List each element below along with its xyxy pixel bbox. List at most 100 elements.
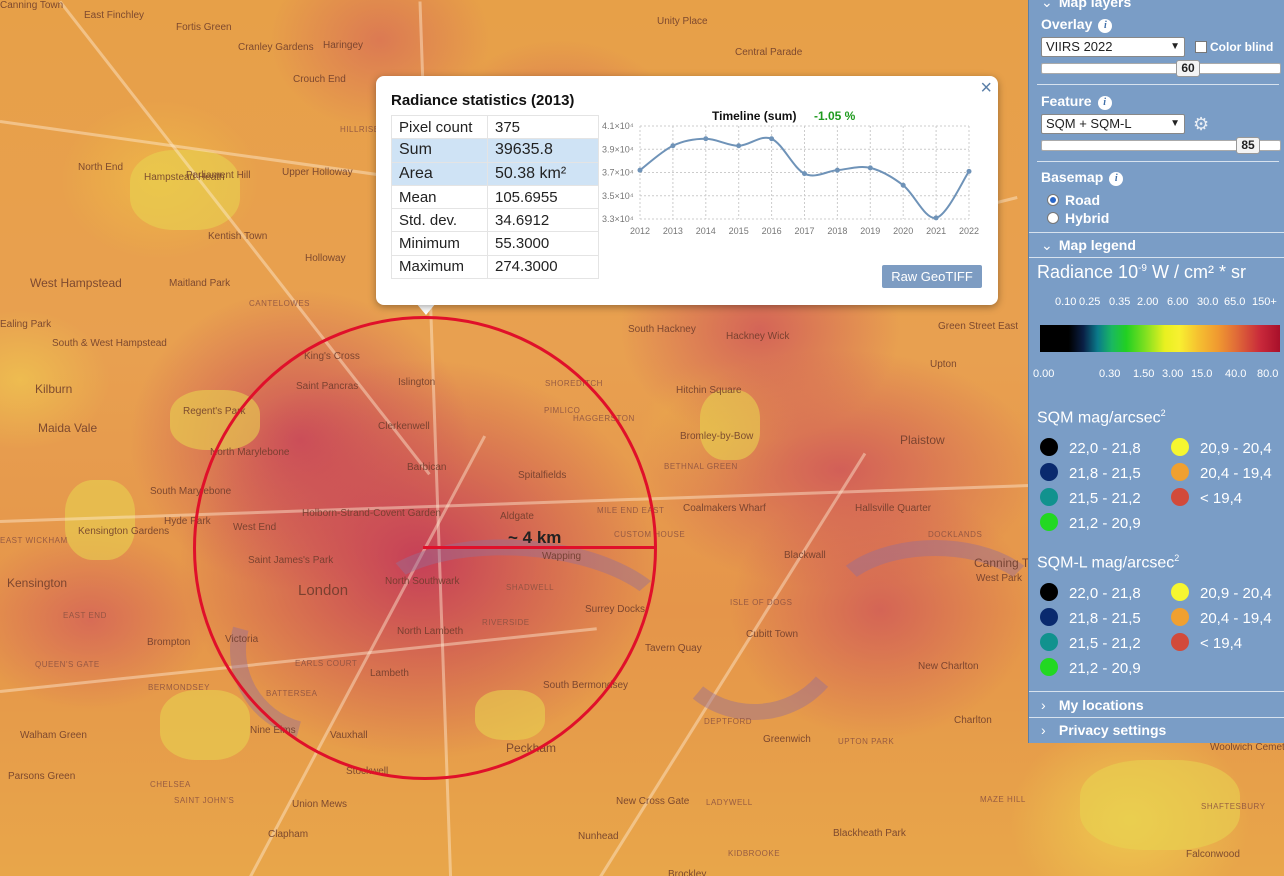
stat-value: 105.6955 (487, 184, 599, 210)
divider (1029, 257, 1284, 258)
map-place-label: Falconwood (1186, 849, 1240, 860)
close-icon[interactable]: × (980, 78, 992, 98)
privacy-settings-header[interactable]: › Privacy settings (1041, 722, 1166, 738)
map-place-label: South & West Hampstead (52, 338, 167, 349)
divider (1029, 232, 1284, 233)
map-place-label: South Hackney (628, 324, 696, 335)
map-place-label: Central Parade (735, 47, 803, 58)
feature-opacity-slider[interactable]: 85 (1041, 137, 1281, 154)
map-place-label: Kensington Gardens (78, 526, 170, 537)
legend-item: 20,4 - 19,4 (1171, 463, 1272, 482)
radiance-colorbar (1040, 325, 1280, 352)
legend-label: 21,8 - 21,5 (1069, 465, 1141, 482)
chart-point (966, 168, 972, 174)
map-place-label: Upton (930, 359, 957, 370)
legend-item: 20,9 - 20,4 (1171, 438, 1272, 457)
overlay-select[interactable]: VIIRS 2022 ▼ (1041, 37, 1185, 57)
gear-icon[interactable]: ⚙ (1193, 114, 1209, 135)
map-legend-label: Map legend (1058, 237, 1136, 253)
map-place-label: SHAFTESBURY (1201, 802, 1266, 811)
map-place-label: Blackheath Park (833, 828, 906, 839)
legend-label: 21,2 - 20,9 (1069, 660, 1141, 677)
overlay-opacity-slider[interactable]: 60 (1041, 60, 1281, 77)
chevron-down-icon: ▼ (1170, 41, 1180, 52)
map-place-label: Parsons Green (8, 771, 76, 782)
legend-item: < 19,4 (1171, 488, 1242, 507)
map-place-label: LADYWELL (706, 798, 753, 807)
legend-swatch (1171, 633, 1189, 651)
map-place-label: ISLE OF DOGS (730, 598, 793, 607)
stat-value: 34.6912 (487, 208, 599, 233)
info-icon[interactable]: i (1098, 19, 1113, 33)
radiance-units: W / cm² * sr (1146, 262, 1246, 282)
map-legend-header[interactable]: ⌄ Map legend (1041, 237, 1136, 254)
info-icon[interactable]: i (1097, 96, 1112, 110)
sqml-legend-title: SQM-L mag/arcsec2 (1037, 553, 1179, 572)
basemap-label: Basemap i (1041, 169, 1124, 186)
radio-icon[interactable] (1047, 212, 1059, 224)
slider-handle[interactable]: 85 (1236, 137, 1260, 154)
legend-swatch (1040, 463, 1058, 481)
chart-point (703, 136, 709, 142)
slider-handle[interactable]: 60 (1176, 60, 1200, 77)
radiance-exponent: -9 (1138, 263, 1147, 274)
map-place-label: Union Mews (292, 799, 348, 810)
stat-key: Minimum (391, 231, 488, 256)
stats-row: Mean 105.6955 (391, 184, 599, 210)
feature-select[interactable]: SQM + SQM-L ▼ (1041, 114, 1185, 134)
chevron-down-icon: ▼ (1170, 118, 1180, 129)
map-place-label: Canning Town (0, 0, 64, 11)
privacy-settings-label: Privacy settings (1058, 722, 1167, 738)
legend-label: 20,4 - 19,4 (1200, 465, 1272, 482)
chart-y-tick-label: 3.7×10⁴ (602, 168, 634, 178)
legend-item: 20,4 - 19,4 (1171, 608, 1272, 627)
legend-swatch (1040, 583, 1058, 601)
map-place-label: New Charlton (918, 661, 979, 672)
checkbox-box[interactable] (1195, 41, 1207, 53)
legend-label: 21,8 - 21,5 (1069, 610, 1141, 627)
chart-point (769, 136, 775, 142)
my-locations-header[interactable]: › My locations (1041, 697, 1144, 713)
scale-tick-label: 0.00 (1033, 368, 1055, 380)
stat-key: Pixel count (391, 114, 488, 140)
radiance-title: Radiance 10-9 W / cm² * sr (1037, 262, 1246, 283)
basemap-label-text: Basemap (1041, 169, 1104, 185)
scale-top-labels: 0.10 0.25 0.35 2.00 6.00 30.0 65.0 150+ (1029, 296, 1284, 310)
scale-tick-label: 80.0 (1257, 368, 1279, 380)
map-place-label: Maitland Park (169, 278, 231, 289)
scale-tick-label: 0.10 (1055, 296, 1077, 308)
park-area (700, 390, 760, 460)
legend-swatch (1171, 488, 1189, 506)
map-place-label: DEPTFORD (704, 717, 752, 726)
basemap-hybrid-radio[interactable]: Hybrid (1047, 210, 1109, 226)
radio-selected-icon[interactable] (1047, 194, 1059, 206)
superscript: 2 (1174, 553, 1180, 563)
chart-point (900, 182, 906, 188)
legend-swatch (1040, 608, 1058, 626)
legend-swatch (1040, 488, 1058, 506)
map-place-label: Coalmakers Wharf (683, 503, 766, 514)
chart-x-tick-label: 2021 (926, 226, 946, 236)
map-place-label: HILLRISE (340, 125, 380, 134)
map-place-label: Kentish Town (208, 231, 268, 242)
map-place-label: New Cross Gate (616, 796, 690, 807)
color-blind-checkbox[interactable]: Color blind (1195, 40, 1273, 54)
info-icon[interactable]: i (1109, 172, 1124, 186)
map-place-label: Kensington (7, 576, 68, 590)
legend-swatch (1040, 513, 1058, 531)
map-place-label: Bromley-by-Bow (680, 431, 754, 442)
map-place-label: BERMONDSEY (148, 683, 210, 692)
raw-geotiff-button[interactable]: Raw GeoTIFF (882, 265, 982, 288)
legend-item: 21,5 - 21,2 (1040, 488, 1141, 507)
map-place-label: DOCKLANDS (928, 530, 983, 539)
sqml-title-text: SQM-L mag/arcsec (1037, 554, 1175, 572)
map-place-label: Plaistow (900, 433, 945, 447)
stats-row: Maximum 274.3000 (391, 254, 599, 280)
map-layers-header[interactable]: ⌄ Map layers (1041, 0, 1131, 11)
basemap-road-radio[interactable]: Road (1047, 192, 1100, 208)
map-place-label: BETHNAL GREEN (664, 462, 738, 471)
stats-row: Std. dev. 34.6912 (391, 208, 599, 233)
map-place-label: West Park (976, 573, 1022, 584)
legend-swatch (1171, 463, 1189, 481)
map-place-label: Tavern Quay (645, 643, 702, 654)
